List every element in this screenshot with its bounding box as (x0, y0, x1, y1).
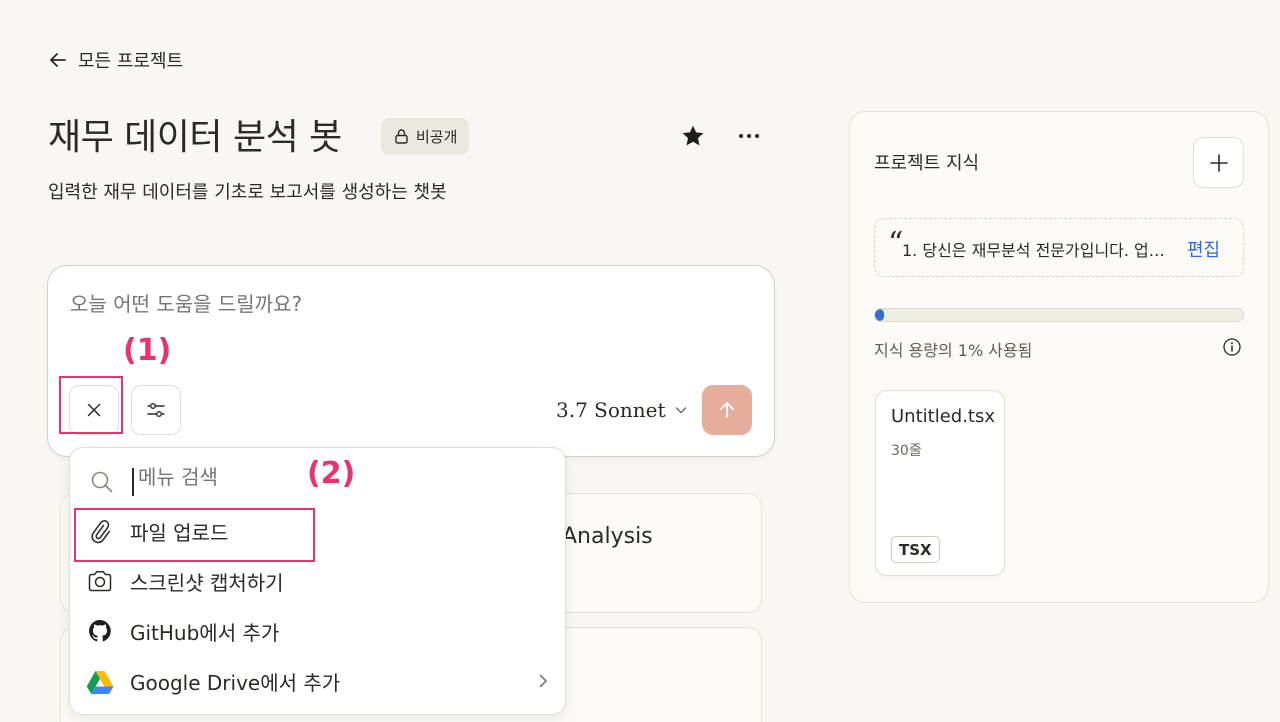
file-line-count: 30줄 (891, 443, 922, 459)
menu-item-github[interactable]: GitHub에서 추가 (86, 611, 552, 651)
model-selector[interactable]: 3.7 Sonnet (556, 396, 688, 424)
lock-icon (395, 129, 408, 144)
star-icon (682, 125, 704, 146)
knowledge-usage-bar (874, 308, 1244, 322)
annotation-box-1 (59, 376, 123, 434)
google-drive-icon (86, 671, 114, 694)
model-name: 3.7 Sonnet (556, 398, 666, 422)
project-knowledge-title: 프로젝트 지식 (874, 153, 980, 174)
file-type-badge: TSX (891, 536, 940, 563)
back-link-label: 모든 프로젝트 (78, 51, 184, 72)
info-icon[interactable] (1222, 337, 1242, 357)
arrow-up-icon (720, 402, 734, 418)
menu-item-label: Google Drive에서 추가 (130, 670, 341, 695)
knowledge-usage-text: 지식 용량의 1% 사용됨 (874, 341, 1033, 360)
plus-icon (1209, 153, 1228, 172)
favorite-button[interactable] (675, 118, 711, 154)
project-title: 재무 데이터 분석 봇 (48, 117, 342, 158)
annotation-label-1: (1) (123, 333, 172, 368)
text-cursor (132, 468, 134, 496)
github-icon (89, 620, 111, 642)
camera-icon (88, 570, 112, 592)
knowledge-usage-fill (875, 309, 885, 321)
menu-item-google-drive[interactable]: Google Drive에서 추가 (86, 661, 552, 701)
menu-item-label: 스크린샷 캡처하기 (130, 570, 284, 595)
edit-instructions-link[interactable]: 편집 (1187, 236, 1220, 262)
annotation-label-2: (2) (307, 456, 356, 491)
chat-input[interactable] (70, 292, 730, 316)
back-to-projects-link[interactable]: 모든 프로젝트 (48, 46, 183, 74)
send-button[interactable] (702, 385, 752, 435)
sliders-icon (147, 402, 165, 417)
tools-settings-button[interactable] (131, 385, 181, 435)
conversation-card-title: Analysis (562, 524, 653, 549)
search-icon (91, 471, 113, 493)
menu-item-label: GitHub에서 추가 (130, 620, 280, 645)
visibility-label: 비공개 (416, 128, 458, 146)
add-knowledge-button[interactable] (1193, 137, 1244, 188)
menu-item-screenshot[interactable]: 스크린샷 캡처하기 (86, 561, 552, 601)
annotation-box-2 (74, 508, 315, 562)
project-description: 입력한 재무 데이터를 기초로 보고서를 생성하는 챗봇 (48, 182, 447, 203)
chevron-right-icon (539, 674, 547, 688)
project-instructions-text: 1. 당신은 재무분석 전문가입니다. 업무를 수행할 때 다음 지침을 따르세… (902, 241, 1174, 260)
chevron-down-icon (675, 407, 686, 414)
more-horizontal-icon (739, 134, 759, 138)
file-name: Untitled.tsx (891, 406, 996, 427)
arrow-left-icon (50, 53, 66, 67)
visibility-badge: 비공개 (381, 118, 470, 155)
more-options-button[interactable] (731, 118, 767, 154)
